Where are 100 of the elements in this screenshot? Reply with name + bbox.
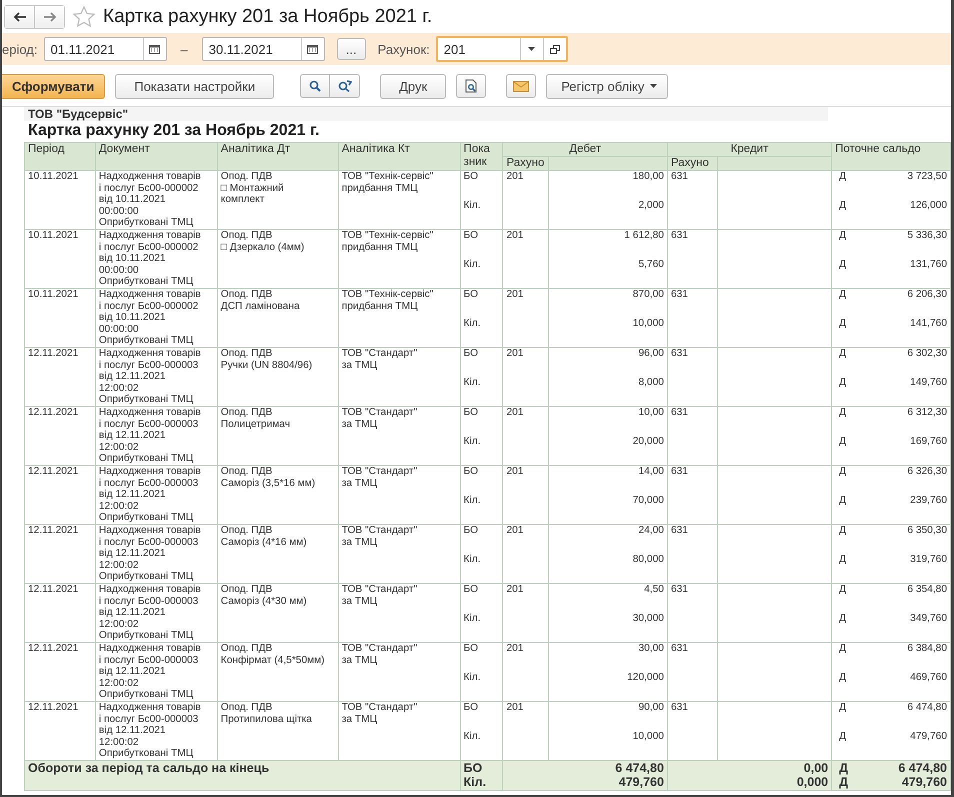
table-cell-text: 96,00 xyxy=(637,348,664,361)
table-cell-text: 6 302,30 xyxy=(907,348,947,361)
table-cell-text: Д xyxy=(839,259,846,272)
email-button[interactable] xyxy=(506,74,536,98)
table-cell: ТОВ "Технік-сервіс" придбання ТМЦ xyxy=(338,230,460,288)
table-cell-text: Д xyxy=(839,526,846,538)
table-cell: 12.11.2021 xyxy=(24,466,96,524)
table-cell-text: 2,000 xyxy=(637,200,664,213)
table-cell: Опод. ПДВ □ Монтажний комплект xyxy=(217,170,338,230)
column-header: Документ xyxy=(95,142,218,170)
table-cell-text: 319,760 xyxy=(910,554,947,567)
table-cell-text: 870,00 xyxy=(632,290,664,302)
column-header: Рахуно xyxy=(667,156,718,170)
search-icon xyxy=(309,80,322,92)
table-cell: Надходження товарів і послуг Бс00-000003 від 12.11.2021 12:00:02 Оприбутковані ТМЦ xyxy=(95,348,218,406)
table-cell-text: Д xyxy=(839,436,846,449)
table-cell: Надходження товарів і послуг Бс00-000003 від 12.11.2021 12:00:02 Оприбутковані ТМЦ xyxy=(95,642,218,702)
table-cell: ТОВ "Стандарт" за ТМЦ xyxy=(338,406,460,466)
table-cell-text: 6 354,80 xyxy=(907,584,947,597)
table-cell: Надходження товарів і послуг Бс00-000002 від 10.11.2021 00:00:00 Оприбутковані ТМЦ xyxy=(95,170,218,230)
table-cell-text: Д xyxy=(839,377,846,390)
table-cell-text: 6 312,30 xyxy=(907,408,947,420)
table-cell: 0,00 0,000 xyxy=(667,760,832,790)
table-cell-text: 126,000 xyxy=(910,200,947,213)
totals-label: Обороти за період та сальдо на кінець xyxy=(24,760,460,790)
star-icon[interactable] xyxy=(73,6,95,27)
table-cell-text: БО xyxy=(464,466,480,479)
table-cell-text: Д xyxy=(839,644,846,656)
search-button[interactable] xyxy=(300,74,330,98)
table-cell-text: 180,00 xyxy=(632,172,664,184)
table-cell: 201 xyxy=(502,288,549,348)
table-cell-text: Кіл. xyxy=(464,495,482,508)
open-window-icon[interactable] xyxy=(550,44,560,54)
column-header: Рахуно xyxy=(502,156,549,170)
back-button[interactable] xyxy=(5,6,35,28)
report-title: Картка рахунку 201 за Ноябрь 2021 г. xyxy=(27,121,320,141)
table-cell-text: Д xyxy=(839,672,846,685)
table-cell: Опод. ПДВ □ Дзеркало (4мм) xyxy=(217,230,338,288)
table-cell: 631 xyxy=(667,288,718,348)
table-cell-text: Кіл. xyxy=(464,672,482,685)
table-cell-text: БО xyxy=(464,230,480,243)
column-header: Період xyxy=(24,142,96,170)
calendar-icon xyxy=(149,44,160,54)
table-cell-text: БО xyxy=(464,408,480,420)
table-cell: 12.11.2021 xyxy=(24,524,96,584)
table-cell: 10.11.2021 xyxy=(24,230,96,288)
table-cell: Опод. ПДВ Саморіз (4*30 мм) xyxy=(217,584,338,642)
table-cell-text: 6 474,80 xyxy=(907,702,947,715)
table-cell-text: 5 336,30 xyxy=(907,230,947,243)
table-cell: Д Д xyxy=(839,762,848,789)
table-cell: Надходження товарів і послуг Бс00-000002 від 10.11.2021 00:00:00 Оприбутковані ТМЦ xyxy=(95,288,218,348)
table-cell: БО Кіл. xyxy=(460,760,503,790)
table-cell: Опод. ПДВ Полицетримач xyxy=(217,406,338,466)
table-cell-text: БО xyxy=(464,526,480,538)
table-cell-text: 239,760 xyxy=(910,495,947,508)
table-cell: Опод. ПДВ ДСП ламінована xyxy=(217,288,338,348)
table-cell-text: 20,000 xyxy=(632,436,664,449)
company-name: ТОВ "Будсервіс" xyxy=(24,107,828,121)
generate-button[interactable]: Сформувати xyxy=(2,74,106,98)
table-cell: 631 xyxy=(667,642,718,702)
table-cell-text: 6 384,80 xyxy=(907,644,947,656)
preview-button[interactable] xyxy=(456,74,486,98)
date-from-field[interactable]: 01.11.2021 xyxy=(44,37,166,61)
envelope-icon xyxy=(513,80,530,92)
table-cell-text: Д xyxy=(839,554,846,567)
table-cell: ТОВ "Технік-сервіс" придбання ТМЦ xyxy=(338,170,460,230)
table-cell-text: 349,760 xyxy=(910,613,947,626)
table-cell-text: Д xyxy=(839,702,846,715)
table-cell: Надходження товарів і послуг Бс00-000003 від 12.11.2021 12:00:02 Оприбутковані ТМЦ xyxy=(95,584,218,642)
table-cell-text: Д xyxy=(839,290,846,302)
table-cell: Опод. ПДВ Саморіз (3,5*16 мм) xyxy=(217,466,338,524)
table-cell-text: 24,00 xyxy=(637,526,664,538)
account-field[interactable]: 201 xyxy=(436,36,568,62)
table-cell: 631 xyxy=(667,406,718,466)
table-cell-text: Д xyxy=(839,230,846,243)
date-to-field[interactable]: 30.11.2021 xyxy=(202,37,325,61)
table-cell: 12.11.2021 xyxy=(24,348,96,406)
table-cell: 631 xyxy=(667,348,718,406)
table-cell-text: 169,760 xyxy=(910,436,947,449)
dropdown-caret-icon[interactable] xyxy=(528,47,536,51)
table-cell: 631 xyxy=(667,170,718,230)
period-select-button[interactable]: ... xyxy=(336,38,366,60)
table-cell-text: 6 350,30 xyxy=(907,526,947,538)
table-cell-text: Д xyxy=(839,584,846,597)
register-dropdown-button[interactable]: Регістр обліку xyxy=(546,74,668,98)
table-cell: 10.11.2021 xyxy=(24,288,96,348)
table-cell-text: Кіл. xyxy=(464,613,482,626)
search-refresh-button[interactable] xyxy=(330,74,360,98)
table-cell-text: 14,00 xyxy=(637,466,664,479)
print-button[interactable]: Друк xyxy=(380,74,446,98)
back-arrow-icon xyxy=(12,12,26,22)
table-cell: 631 xyxy=(667,584,718,642)
table-cell: 201 xyxy=(502,348,549,406)
table-cell: ТОВ "Стандарт" за ТМЦ xyxy=(338,348,460,406)
table-cell-text: Кіл. xyxy=(464,259,482,272)
table-cell-text: 6 326,30 xyxy=(907,466,947,479)
table-cell: Опод. ПДВ Конфірмат (4,5*50мм) xyxy=(217,642,338,702)
show-settings-button[interactable]: Показати настройки xyxy=(115,74,274,98)
table-cell: 201 xyxy=(502,642,549,702)
search-refresh-icon xyxy=(338,80,352,92)
